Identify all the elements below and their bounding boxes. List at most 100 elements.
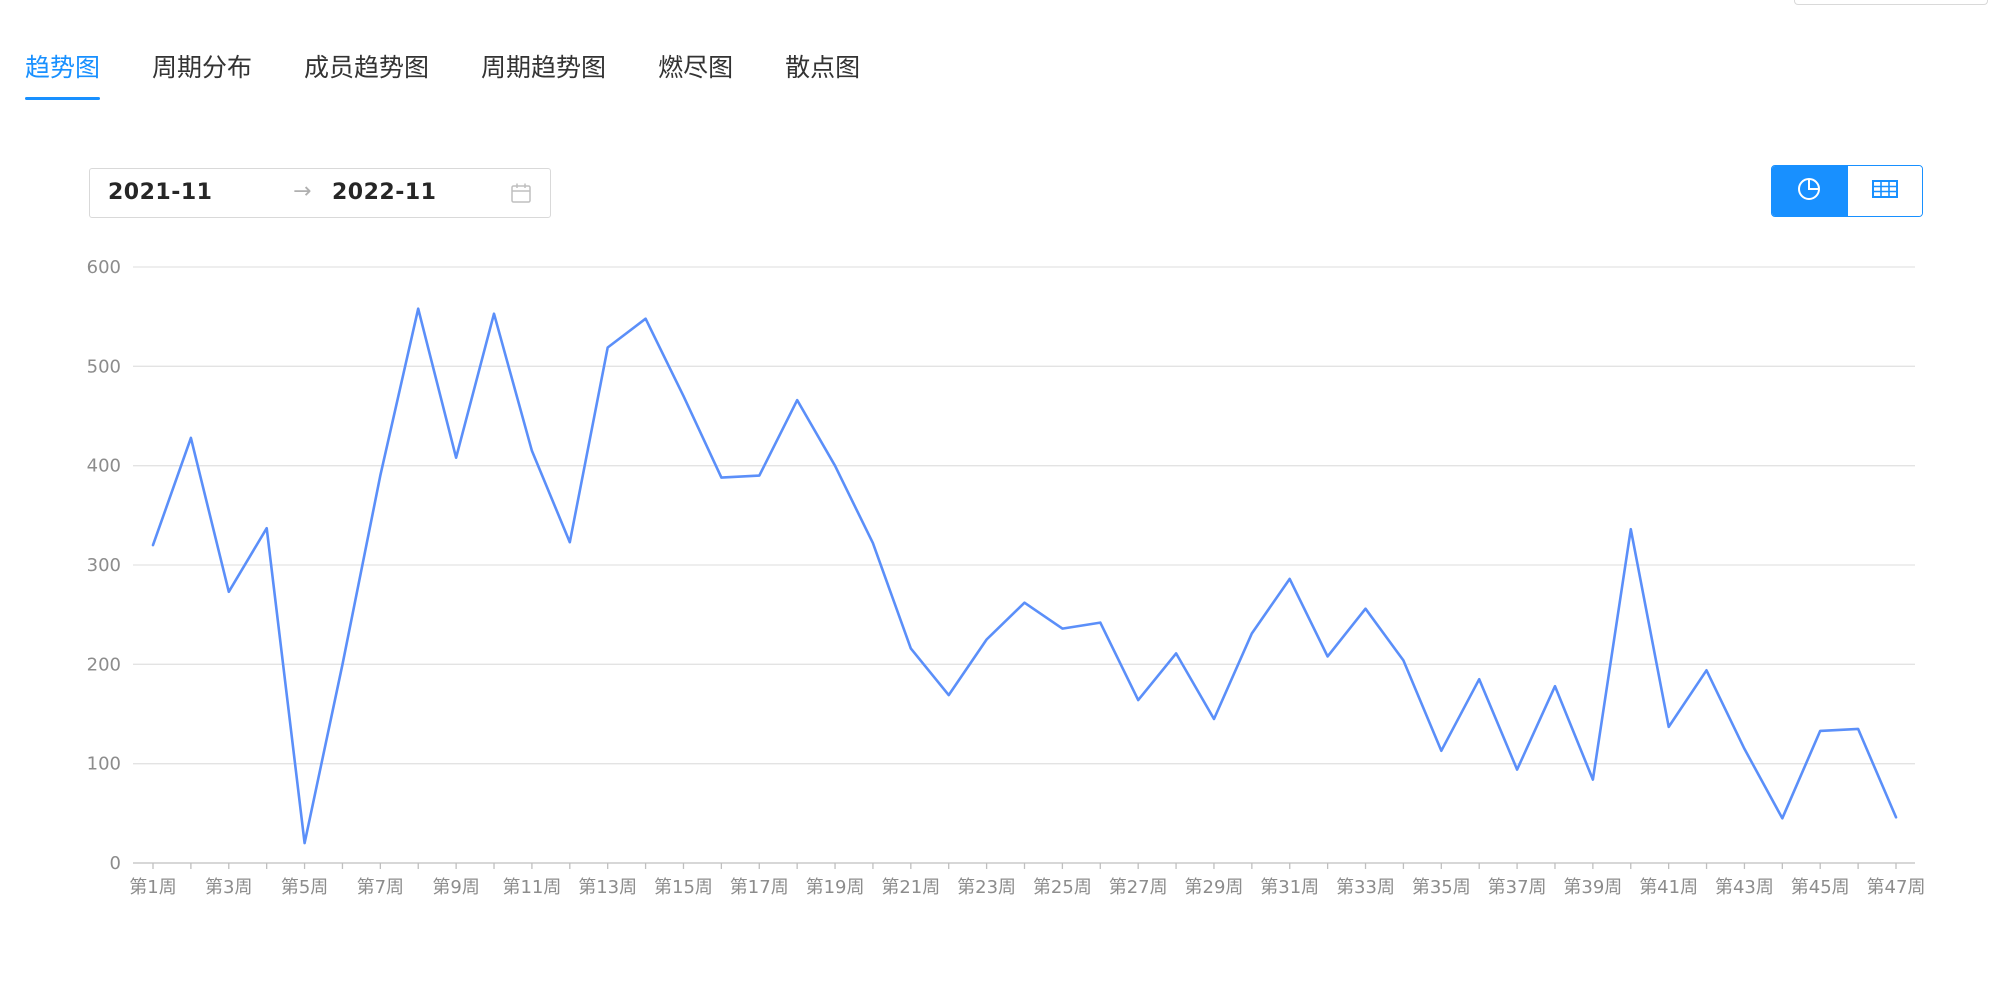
x-tick-label: 第15周 (654, 877, 713, 898)
data-point[interactable] (264, 525, 270, 531)
data-point[interactable] (1173, 650, 1179, 656)
data-point[interactable] (1211, 716, 1217, 722)
tab-trend[interactable]: 趋势图 (25, 48, 101, 100)
data-point[interactable] (491, 311, 497, 317)
date-range-picker[interactable]: 2021-11 → 2022-11 (89, 168, 551, 218)
data-point[interactable] (1135, 697, 1141, 703)
x-tick-label: 第31周 (1260, 877, 1319, 898)
table-icon (1871, 178, 1899, 204)
grid-lines (133, 266, 1915, 864)
data-point[interactable] (718, 475, 724, 481)
range-start-value[interactable]: 2021-11 (108, 180, 212, 205)
x-tick-label: 第41周 (1639, 877, 1698, 898)
data-point[interactable] (377, 473, 383, 479)
data-point[interactable] (1438, 748, 1444, 754)
x-tick-label: 第1周 (129, 877, 176, 898)
data-point[interactable] (1325, 653, 1331, 659)
tab-cycle-trend[interactable]: 周期趋势图 (481, 48, 606, 100)
x-tick-label: 第23周 (957, 877, 1016, 898)
x-tick-label: 第29周 (1185, 877, 1244, 898)
data-point[interactable] (1893, 814, 1899, 820)
tab-scatter[interactable]: 散点图 (785, 48, 860, 100)
calendar-icon[interactable] (510, 182, 532, 208)
x-tick-label: 第33周 (1336, 877, 1395, 898)
table-view-button[interactable] (1846, 166, 1922, 216)
x-tick-label: 第45周 (1791, 877, 1850, 898)
x-tick-label: 第9周 (432, 877, 479, 898)
chart-tabs: 趋势图 周期分布 成员趋势图 周期趋势图 燃尽图 散点图 (25, 48, 860, 100)
data-point[interactable] (870, 540, 876, 546)
data-point[interactable] (643, 316, 649, 322)
data-point[interactable] (1097, 620, 1103, 626)
view-toggle (1771, 165, 1923, 217)
data-point[interactable] (1514, 767, 1520, 773)
data-point[interactable] (1855, 726, 1861, 732)
data-point[interactable] (1249, 631, 1255, 637)
x-tick-label: 第39周 (1563, 877, 1622, 898)
chart-view-button[interactable] (1772, 166, 1847, 216)
data-point[interactable] (1287, 576, 1293, 582)
top-right-control-edge (1794, 0, 1988, 5)
y-tick-label: 300 (87, 555, 121, 576)
y-axis: 0 100 200 300 400 500 600 (87, 257, 121, 874)
data-point[interactable] (794, 397, 800, 403)
chart-icon (1796, 176, 1822, 206)
x-tick-label: 第21周 (881, 877, 940, 898)
x-tick-label: 第25周 (1033, 877, 1092, 898)
y-tick-label: 0 (110, 853, 121, 874)
data-point[interactable] (1666, 724, 1672, 730)
x-tick-label: 第7周 (357, 877, 404, 898)
data-point[interactable] (605, 344, 611, 350)
tab-member-trend[interactable]: 成员趋势图 (304, 48, 429, 100)
x-tick-label: 第19周 (806, 877, 865, 898)
x-tick-label: 第27周 (1109, 877, 1168, 898)
data-point[interactable] (226, 589, 232, 595)
x-tick-label: 第3周 (205, 877, 252, 898)
data-point[interactable] (302, 840, 308, 846)
x-tick-label: 第37周 (1488, 877, 1547, 898)
data-point[interactable] (188, 435, 194, 441)
data-point[interactable] (339, 661, 345, 667)
tab-cycle-distribution[interactable]: 周期分布 (152, 48, 252, 100)
data-point[interactable] (453, 455, 459, 461)
data-point[interactable] (150, 542, 156, 548)
x-tick-label: 第43周 (1715, 877, 1774, 898)
data-point[interactable] (1476, 676, 1482, 682)
x-tick-label: 第17周 (730, 877, 789, 898)
x-tick-label: 第11周 (502, 877, 561, 898)
y-tick-label: 500 (87, 356, 121, 377)
data-point[interactable] (984, 637, 990, 643)
data-point[interactable] (1400, 657, 1406, 663)
data-point[interactable] (1590, 777, 1596, 783)
range-end-value[interactable]: 2022-11 (332, 180, 436, 205)
data-point[interactable] (946, 692, 952, 698)
y-tick-label: 100 (87, 754, 121, 775)
trend-line-chart: 0100200300400500600 第1周 第3周 第5周 第7周 第9周 第11周第… (87, 257, 1926, 898)
data-point[interactable] (1022, 600, 1028, 606)
x-tick-label: 第5周 (281, 877, 328, 898)
y-tick-label: 400 (87, 456, 121, 477)
series-line (151, 307, 1898, 845)
tab-burndown[interactable]: 燃尽图 (658, 48, 733, 100)
data-point[interactable] (1059, 626, 1065, 632)
data-point[interactable] (1779, 815, 1785, 821)
data-point[interactable] (756, 473, 762, 479)
data-point[interactable] (1741, 746, 1747, 752)
data-point[interactable] (1704, 667, 1710, 673)
data-point[interactable] (832, 463, 838, 469)
data-point[interactable] (680, 393, 686, 399)
x-tick-label: 第35周 (1412, 877, 1471, 898)
data-point[interactable] (415, 306, 421, 312)
data-point[interactable] (1363, 606, 1369, 612)
data-point[interactable] (1817, 728, 1823, 734)
data-point[interactable] (908, 645, 914, 651)
y-tick-label: 200 (87, 654, 121, 675)
data-point[interactable] (1628, 526, 1634, 532)
x-tick-label: 第13周 (578, 877, 637, 898)
data-point[interactable] (567, 539, 573, 545)
range-arrow: → (293, 179, 312, 204)
series-layer (150, 306, 1899, 846)
data-point[interactable] (1552, 683, 1558, 689)
x-axis: 第1周 第3周 第5周 第7周 第9周 第11周 第13周 第15周 第17周 第19周 第21周第… (129, 863, 1925, 898)
data-point[interactable] (529, 448, 535, 454)
